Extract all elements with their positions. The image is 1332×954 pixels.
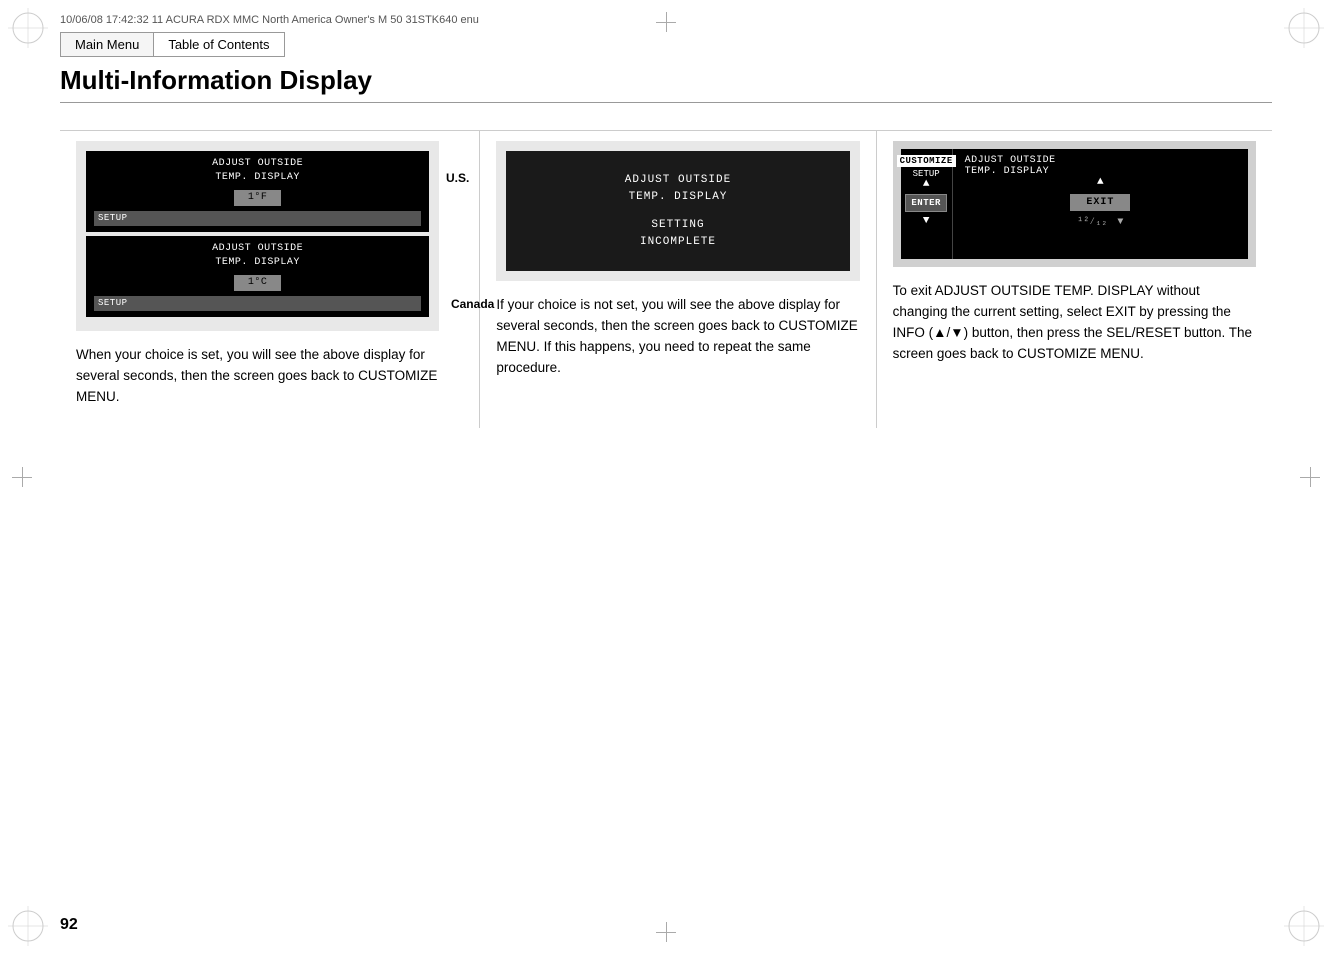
arrow-up-icon: ▲ — [923, 179, 930, 190]
screen-canada: ADJUST OUTSIDE TEMP. DISPLAY 1°C SETUP — [86, 236, 429, 317]
screen3-left-panel: CUSTOMIZE SETUP ▲ ENTER ▼ — [901, 149, 953, 259]
screen2-line1: ADJUST OUTSIDE — [516, 172, 839, 189]
screen-us-value: 1°F — [234, 190, 282, 206]
column-1: ADJUST OUTSIDE TEMP. DISPLAY 1°F SETUP A… — [60, 131, 480, 428]
crosshair-right — [1300, 467, 1320, 487]
page-title: Multi-Information Display — [60, 65, 1272, 96]
right-arrow-up-icon: ▲ — [1097, 177, 1104, 188]
main-content: ADJUST OUTSIDE TEMP. DISPLAY 1°F SETUP A… — [60, 130, 1272, 894]
column-3: CUSTOMIZE SETUP ▲ ENTER ▼ ADJUST OUTSIDE… — [877, 131, 1272, 428]
corner-decoration-tl — [8, 8, 48, 48]
screen3-title: ADJUST OUTSIDETEMP. DISPLAY — [961, 155, 1240, 177]
label-us: U.S. — [446, 171, 469, 185]
exit-label: EXIT — [1070, 194, 1130, 211]
table-of-contents-button[interactable]: Table of Contents — [153, 32, 284, 57]
screen-3: CUSTOMIZE SETUP ▲ ENTER ▼ ADJUST OUTSIDE… — [901, 149, 1248, 259]
screen-us-line1: ADJUST OUTSIDE — [94, 157, 421, 171]
title-divider — [60, 102, 1272, 103]
fraction-value: ¹²⁄₁₂ — [1077, 217, 1107, 228]
enter-button: ENTER — [905, 194, 947, 212]
screen3-right-panel: ADJUST OUTSIDETEMP. DISPLAY ▲ EXIT ¹²⁄₁₂… — [953, 149, 1248, 259]
screen-container-2: ADJUST OUTSIDE TEMP. DISPLAY SETTING INC… — [496, 141, 859, 281]
screen-canada-line1: ADJUST OUTSIDE — [94, 242, 421, 256]
fraction-display: ¹²⁄₁₂ ▼ — [1077, 217, 1123, 228]
screen-us-setup: SETUP — [94, 211, 421, 226]
screen-canada-line2: TEMP. DISPLAY — [94, 256, 421, 270]
page-header: 10/06/08 17:42:32 11 ACURA RDX MMC North… — [60, 14, 1272, 121]
screen2-line4: INCOMPLETE — [516, 234, 839, 251]
col1-body-text: When your choice is set, you will see th… — [76, 345, 439, 408]
screen-container-3: CUSTOMIZE SETUP ▲ ENTER ▼ ADJUST OUTSIDE… — [893, 141, 1256, 267]
exit-section: ▲ EXIT ¹²⁄₁₂ ▼ — [961, 177, 1240, 228]
meta-line: 10/06/08 17:42:32 11 ACURA RDX MMC North… — [60, 14, 1272, 26]
crosshair-left — [12, 467, 32, 487]
col3-body-text: To exit ADJUST OUTSIDE TEMP. DISPLAY wit… — [893, 281, 1256, 365]
corner-decoration-br — [1284, 906, 1324, 946]
screen-canada-value: 1°C — [234, 275, 282, 291]
arrow-down-icon: ▼ — [923, 216, 930, 227]
screen2-line3: SETTING — [516, 217, 839, 234]
corner-decoration-bl — [8, 906, 48, 946]
screen-us-line2: TEMP. DISPLAY — [94, 171, 421, 185]
crosshair-bottom — [656, 922, 676, 942]
label-canada: Canada — [451, 297, 494, 311]
screen-container-1: ADJUST OUTSIDE TEMP. DISPLAY 1°F SETUP A… — [76, 141, 439, 331]
corner-decoration-tr — [1284, 8, 1324, 48]
screen-2: ADJUST OUTSIDE TEMP. DISPLAY SETTING INC… — [506, 151, 849, 271]
col2-body-text: If your choice is not set, you will see … — [496, 295, 859, 379]
columns-row: ADJUST OUTSIDE TEMP. DISPLAY 1°F SETUP A… — [60, 130, 1272, 428]
screen-us: ADJUST OUTSIDE TEMP. DISPLAY 1°F SETUP — [86, 151, 429, 232]
right-arrow-down-icon: ▼ — [1117, 217, 1123, 228]
main-menu-button[interactable]: Main Menu — [60, 32, 153, 57]
screen2-line2: TEMP. DISPLAY — [516, 189, 839, 206]
column-2: ADJUST OUTSIDE TEMP. DISPLAY SETTING INC… — [480, 131, 876, 428]
page-number: 92 — [60, 916, 78, 934]
nav-buttons: Main Menu Table of Contents — [60, 32, 1272, 57]
screen-canada-setup: SETUP — [94, 296, 421, 311]
customize-label: CUSTOMIZE — [897, 155, 956, 167]
